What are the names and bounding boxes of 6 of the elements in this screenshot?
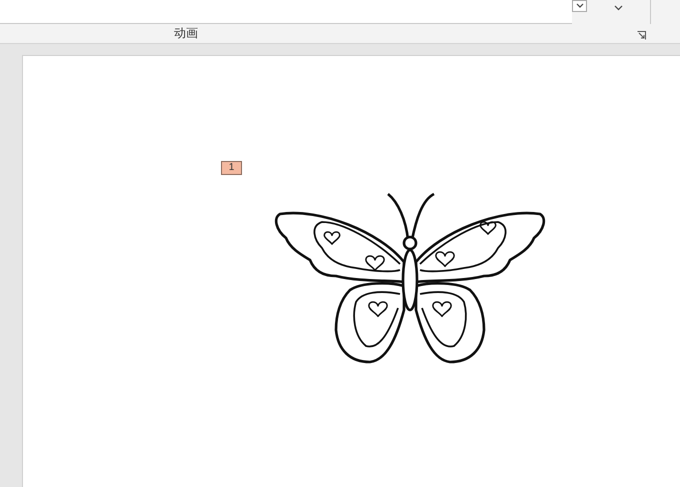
group-label: 动画 [174, 25, 198, 42]
caret-icon [576, 3, 584, 9]
chevron-down-icon[interactable] [614, 5, 623, 11]
animation-order-tag[interactable]: 1 [221, 161, 242, 175]
gallery-scroll-button[interactable] [572, 0, 587, 12]
dialog-launcher-icon[interactable] [637, 31, 646, 40]
